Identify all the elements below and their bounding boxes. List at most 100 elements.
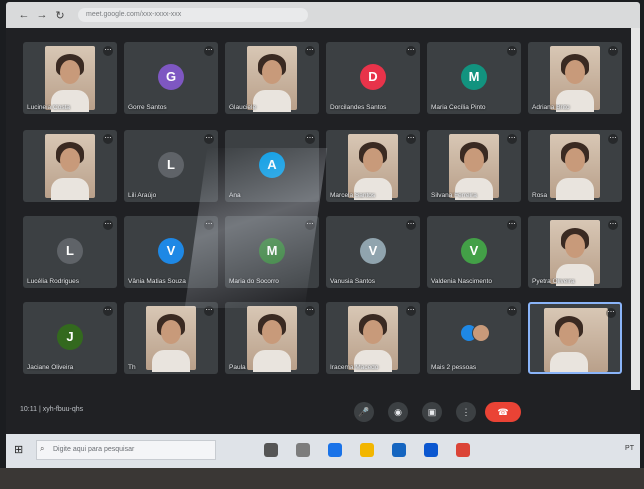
participant-name: Th xyxy=(128,364,136,371)
windows-start-icon[interactable]: ⊞ xyxy=(14,443,28,457)
mic-status-icon: ⋯ xyxy=(305,134,315,144)
participant-name: Dorcilandes Santos xyxy=(330,104,387,111)
more-participants-avatars xyxy=(460,324,490,342)
participant-tile[interactable]: ⋯ Lucineia Costa xyxy=(23,42,117,114)
meeting-grid: ⋯ Lucineia Costa G ⋯ Gorre Santos ⋯ Glauciele D… xyxy=(6,28,640,390)
meeting-info: 10:11 | xyh-fbuu-qhs xyxy=(20,406,84,413)
participant-avatar: G xyxy=(158,64,184,90)
participant-video xyxy=(247,306,297,372)
participant-video xyxy=(247,46,297,112)
participant-avatar: M xyxy=(461,64,487,90)
edge-browser-icon[interactable] xyxy=(328,443,342,457)
participant-name: Lili Araújo xyxy=(128,192,157,199)
participant-tile[interactable]: V ⋯ Vânia Matias Souza xyxy=(124,216,218,288)
mic-status-icon: ⋯ xyxy=(406,220,416,230)
participant-tile[interactable]: D ⋯ Dorcilandes Santos xyxy=(326,42,420,114)
present-icon: ▣ xyxy=(427,407,437,417)
present-button[interactable]: ▣ xyxy=(422,402,442,422)
mic-status-icon: ⋯ xyxy=(204,220,214,230)
microphone-button[interactable]: 🎤 xyxy=(354,402,374,422)
taskbar-search-input[interactable]: Digite aqui para pesquisar xyxy=(36,440,216,460)
participant-name: Adriana Brito xyxy=(532,104,570,111)
windows-taskbar: ⊞ Digite aqui para pesquisar ⌕ PT xyxy=(6,434,640,468)
participant-video xyxy=(348,134,398,200)
participant-name: Glauciele xyxy=(229,104,257,111)
participant-tile[interactable]: L ⋯ Lili Araújo xyxy=(124,130,218,202)
browser-toolbar: ← → ↻ meet.google.com/xxx-xxxx-xxx xyxy=(6,2,640,28)
participant-tile[interactable]: ⋯ xyxy=(23,130,117,202)
participant-tile[interactable]: ⋯ Paula xyxy=(225,302,319,374)
chrome-icon[interactable] xyxy=(456,443,470,457)
search-icon: ⌕ xyxy=(40,444,45,453)
participant-video xyxy=(146,306,196,372)
participant-tile[interactable]: ⋯ Iracema Macedo xyxy=(326,302,420,374)
participant-name: Vanusia Santos xyxy=(330,278,376,285)
mic-status-icon: ⋯ xyxy=(305,306,315,316)
participant-avatar: J xyxy=(57,324,83,350)
participant-name: Jaciane Oliveira xyxy=(27,364,74,371)
more-icon: ⋮ xyxy=(461,407,471,417)
participant-name: Marcela Santos xyxy=(330,192,376,199)
participant-tile[interactable]: V ⋯ Valdenia Nascimento xyxy=(427,216,521,288)
participant-tile[interactable]: V ⋯ Vanusia Santos xyxy=(326,216,420,288)
participant-tile[interactable]: ⋯ Mais 2 pessoas xyxy=(427,302,521,374)
task-view-icon[interactable] xyxy=(264,443,278,457)
address-bar[interactable]: meet.google.com/xxx-xxxx-xxx xyxy=(78,8,308,22)
participant-avatar: M xyxy=(259,238,285,264)
participant-avatar: V xyxy=(461,238,487,264)
participant-tile[interactable]: A ⋯ Ana xyxy=(225,130,319,202)
mic-icon: 🎤 xyxy=(358,407,370,417)
participant-avatar: L xyxy=(57,238,83,264)
mic-status-icon: ⋯ xyxy=(606,308,616,318)
participant-tile[interactable]: L ⋯ Lucélia Rodrigues xyxy=(23,216,117,288)
camera-button[interactable]: ◉ xyxy=(388,402,408,422)
participant-name: Ana xyxy=(229,192,241,199)
reload-icon[interactable]: ↻ xyxy=(54,9,66,22)
mic-status-icon: ⋯ xyxy=(507,220,517,230)
mic-status-icon: ⋯ xyxy=(507,46,517,56)
mic-status-icon: ⋯ xyxy=(204,46,214,56)
participant-video xyxy=(45,46,95,112)
meeting-controls: 10:11 | xyh-fbuu-qhs 🎤 ◉ ▣ ⋮ ☎ xyxy=(6,390,640,434)
more-options-button[interactable]: ⋮ xyxy=(456,402,476,422)
participant-tile[interactable]: ⋯ Pyetra Oliveira xyxy=(528,216,622,288)
participant-name: Maria do Socorro xyxy=(229,278,279,285)
participant-name: Paula xyxy=(229,364,246,371)
mic-status-icon: ⋯ xyxy=(204,306,214,316)
hangup-button[interactable]: ☎ xyxy=(485,402,521,422)
participant-avatar: A xyxy=(259,152,285,178)
file-explorer-icon[interactable] xyxy=(360,443,374,457)
participant-tile[interactable]: M ⋯ Maria do Socorro xyxy=(225,216,319,288)
participant-tile[interactable]: M ⋯ Maria Cecília Pinto xyxy=(427,42,521,114)
mic-status-icon: ⋯ xyxy=(103,134,113,144)
participant-tile[interactable]: ⋯ Glauciele xyxy=(225,42,319,114)
mic-status-icon: ⋯ xyxy=(608,220,618,230)
mic-status-icon: ⋯ xyxy=(406,134,416,144)
self-video-tile[interactable]: ⋯ xyxy=(528,302,622,374)
participant-avatar: V xyxy=(360,238,386,264)
mail-icon[interactable] xyxy=(424,443,438,457)
mic-status-icon: ⋯ xyxy=(507,306,517,316)
participant-tile[interactable]: ⋯ Silvana Ferreira xyxy=(427,130,521,202)
app-icon[interactable] xyxy=(296,443,310,457)
side-panel-edge xyxy=(631,28,640,390)
forward-icon[interactable]: → xyxy=(36,9,48,21)
mic-status-icon: ⋯ xyxy=(103,306,113,316)
mic-status-icon: ⋯ xyxy=(204,134,214,144)
participant-tile[interactable]: ⋯ Adriana Brito xyxy=(528,42,622,114)
system-tray[interactable]: PT xyxy=(625,445,634,452)
participant-name: Lucineia Costa xyxy=(27,104,70,111)
participant-tile[interactable]: ⋯ Rosa xyxy=(528,130,622,202)
back-icon[interactable]: ← xyxy=(18,9,30,21)
store-icon[interactable] xyxy=(392,443,406,457)
participant-name: Vânia Matias Souza xyxy=(128,278,186,285)
participant-avatar: V xyxy=(158,238,184,264)
participant-video xyxy=(550,46,600,112)
participant-tile[interactable]: ⋯ Marcela Santos xyxy=(326,130,420,202)
mic-status-icon: ⋯ xyxy=(103,220,113,230)
participant-tile[interactable]: G ⋯ Gorre Santos xyxy=(124,42,218,114)
participant-tile[interactable]: J ⋯ Jaciane Oliveira xyxy=(23,302,117,374)
participant-video xyxy=(348,306,398,372)
participant-tile[interactable]: ⋯ Th xyxy=(124,302,218,374)
participant-video xyxy=(544,308,608,372)
